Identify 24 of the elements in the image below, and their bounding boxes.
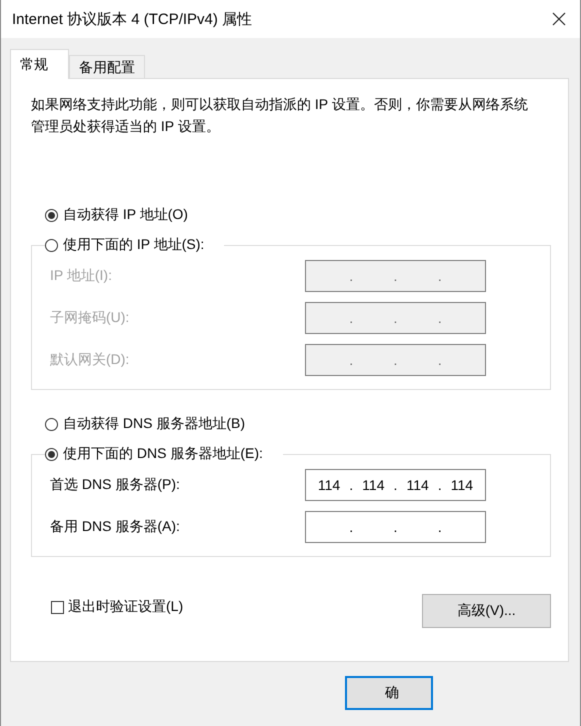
radio-button[interactable] — [45, 208, 58, 222]
ip-address-field[interactable]: . . . — [305, 511, 486, 543]
tab[interactable]: 备用配置 — [69, 55, 145, 79]
field-label: 首选 DNS 服务器(P): — [50, 476, 180, 494]
field-label: 子网掩码(U): — [50, 309, 130, 327]
close-icon[interactable] — [552, 12, 566, 26]
ip-address-field[interactable]: 114 . 114 . 114 . 114 — [305, 469, 486, 501]
tab[interactable]: 常规 — [10, 49, 69, 79]
radio-button[interactable] — [45, 418, 58, 430]
window-title: Internet 协议版本 4 (TCP/IPv4) 属性 — [12, 10, 252, 28]
checkbox[interactable] — [51, 600, 64, 614]
radio-label: 自动获得 DNS 服务器地址(B) — [63, 415, 245, 433]
description-text: 如果网络支持此功能，则可以获取自动指派的 IP 设置。否则，你需要从网络系统管理员处获得适当的 IP 设置。 — [31, 95, 529, 136]
field-label: 默认网关(D): — [50, 351, 130, 369]
field-label: IP 地址(I): — [50, 267, 112, 285]
advanced-button[interactable]: 高级(V)... — [422, 594, 551, 628]
radio-button[interactable] — [45, 238, 58, 252]
ok-button[interactable]: 确 — [345, 676, 433, 710]
field-label: 备用 DNS 服务器(A): — [50, 518, 180, 536]
radio-label: 使用下面的 DNS 服务器地址(E): — [63, 445, 263, 463]
checkbox-label: 退出时验证设置(L) — [68, 598, 184, 616]
radio-label: 自动获得 IP 地址(O) — [63, 206, 188, 224]
radio-label: 使用下面的 IP 地址(S): — [63, 236, 204, 254]
radio-button[interactable] — [45, 448, 58, 460]
